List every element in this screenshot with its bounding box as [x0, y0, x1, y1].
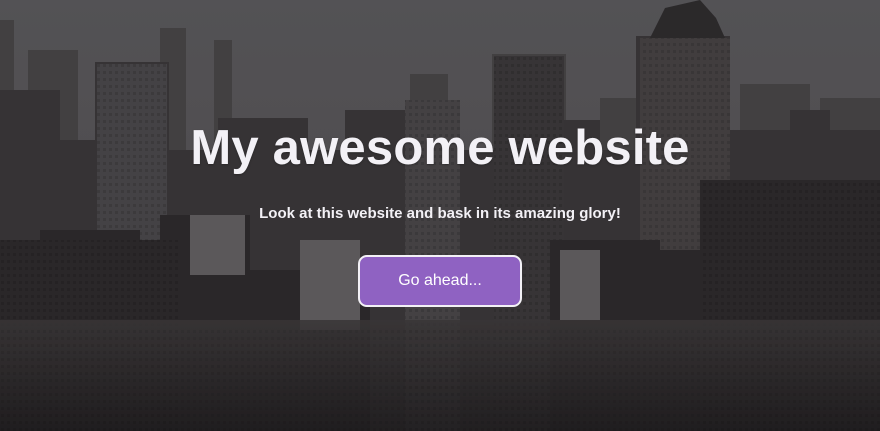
hero-content: My awesome website Look at this website … — [0, 0, 880, 431]
hero-section: My awesome website Look at this website … — [0, 0, 880, 431]
page-subtitle: Look at this website and bask in its ama… — [259, 205, 621, 222]
page-title: My awesome website — [190, 121, 690, 175]
go-ahead-button[interactable]: Go ahead... — [358, 255, 522, 307]
